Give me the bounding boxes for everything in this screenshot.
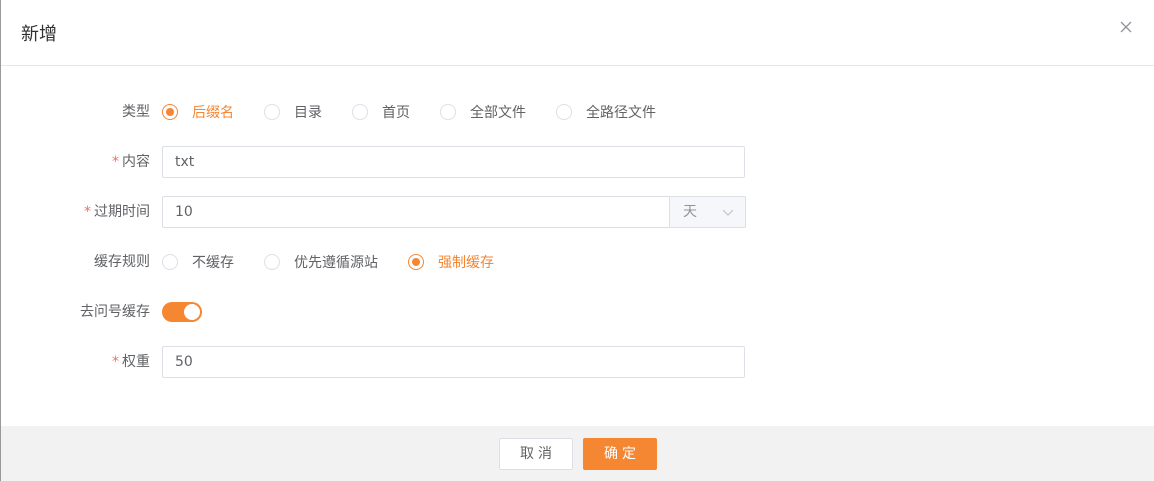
content-label: * 内容 — [112, 154, 150, 170]
radio-checked-icon — [408, 254, 424, 270]
type-option-homepage[interactable]: 首页 — [352, 96, 410, 128]
expire-input[interactable]: 10 天 — [162, 196, 746, 228]
expire-row: * 过期时间 10 天 — [1, 196, 1154, 228]
content-row: * 内容 txt — [1, 146, 1154, 178]
close-icon[interactable] — [1118, 19, 1134, 35]
weight-row: * 权重 50 — [1, 346, 1154, 378]
radio-unchecked-icon — [440, 104, 456, 120]
radio-unchecked-icon — [352, 104, 368, 120]
cancel-button[interactable]: 取消 — [499, 438, 573, 470]
radio-unchecked-icon — [264, 254, 280, 270]
type-option-suffix[interactable]: 后缀名 — [162, 96, 234, 128]
cache-rule-row: 缓存规则 不缓存 优先遵循源站 强制缓存 — [1, 246, 1154, 278]
strip-query-label: 去问号缓存 — [80, 304, 150, 320]
type-option-full-path-file[interactable]: 全路径文件 — [556, 96, 656, 128]
dialog-title: 新增 — [21, 24, 57, 45]
radio-unchecked-icon — [556, 104, 572, 120]
cache-rule-follow-origin[interactable]: 优先遵循源站 — [264, 246, 378, 278]
strip-query-toggle[interactable] — [162, 302, 202, 322]
confirm-button[interactable]: 确定 — [583, 438, 657, 470]
expire-label: * 过期时间 — [84, 204, 150, 220]
radio-unchecked-icon — [264, 104, 280, 120]
cache-rule-label: 缓存规则 — [94, 254, 150, 270]
type-label: 类型 — [122, 104, 150, 120]
strip-query-row: 去问号缓存 — [1, 296, 1154, 328]
cache-rule-force-cache[interactable]: 强制缓存 — [408, 246, 494, 278]
weight-input[interactable]: 50 — [162, 346, 745, 378]
radio-unchecked-icon — [162, 254, 178, 270]
chevron-down-icon — [722, 209, 734, 216]
type-option-directory[interactable]: 目录 — [264, 96, 322, 128]
weight-label: * 权重 — [112, 354, 150, 370]
dialog-header: 新增 — [1, 0, 1154, 66]
content-input[interactable]: txt — [162, 146, 745, 178]
cache-rule-no-cache[interactable]: 不缓存 — [162, 246, 234, 278]
dialog-footer: 取消 确定 — [1, 426, 1154, 481]
type-row: 类型 后缀名 目录 首页 全部文件 全路径文件 — [1, 96, 1154, 128]
add-dialog: 新增 类型 后缀名 目录 首页 全部文件 全路径文件 * 内容 txt * 过期… — [0, 0, 1154, 481]
expire-unit-select[interactable]: 天 — [669, 196, 746, 228]
type-option-all-files[interactable]: 全部文件 — [440, 96, 526, 128]
radio-checked-icon — [162, 104, 178, 120]
toggle-knob — [184, 304, 200, 320]
